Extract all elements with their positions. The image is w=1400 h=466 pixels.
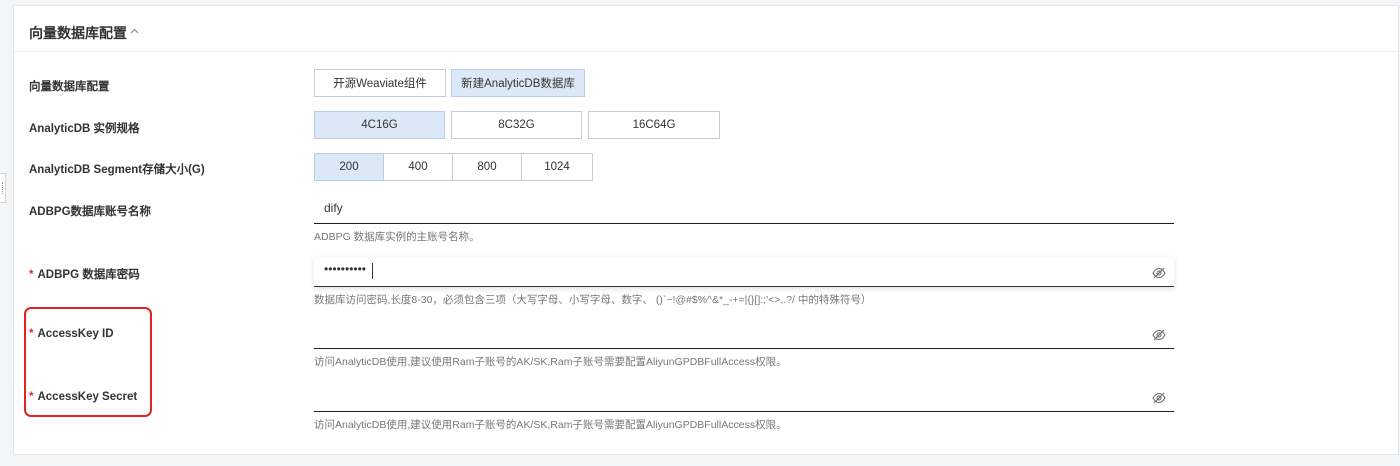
access-key-id-field[interactable] bbox=[314, 319, 1174, 349]
db-password-help: 数据库访问密码,长度8-30，必须包含三项（大写字母、小写字母、数字、 ()`~… bbox=[314, 294, 872, 306]
grip-icon bbox=[2, 182, 4, 194]
db-password-label-text: ADBPG 数据库密码 bbox=[37, 269, 140, 281]
db-password-label: * ADBPG 数据库密码 bbox=[29, 266, 140, 282]
spec-option-16c64g[interactable]: 16C64G bbox=[588, 111, 720, 139]
panel-header[interactable]: 向量数据库配置 bbox=[14, 6, 1398, 52]
account-name-field[interactable]: dify bbox=[314, 194, 1174, 224]
required-mark: * bbox=[29, 269, 34, 281]
account-name-help: ADBPG 数据库实例的主账号名称。 bbox=[314, 231, 480, 243]
access-key-id-help: 访问AnalyticDB使用,建议使用Ram子账号的AK/SK,Ram子账号需要… bbox=[314, 356, 787, 368]
option-weaviate[interactable]: 开源Weaviate组件 bbox=[314, 69, 446, 97]
account-name-value: dify bbox=[324, 201, 343, 215]
segment-storage-label: AnalyticDB Segment存储大小(G) bbox=[29, 164, 205, 176]
access-key-secret-help: 访问AnalyticDB使用,建议使用Ram子账号的AK/SK,Ram子账号需要… bbox=[314, 419, 787, 431]
instance-spec-label: AnalyticDB 实例规格 bbox=[29, 123, 140, 135]
spec-option-4c16g[interactable]: 4C16G bbox=[314, 111, 445, 139]
access-key-secret-field[interactable] bbox=[314, 382, 1174, 412]
db-password-field[interactable]: •••••••••• bbox=[314, 257, 1174, 287]
vector-db-label: 向量数据库配置 bbox=[29, 81, 110, 93]
storage-option-400[interactable]: 400 bbox=[383, 153, 453, 181]
storage-option-800[interactable]: 800 bbox=[452, 153, 522, 181]
eye-slash-icon[interactable] bbox=[1152, 266, 1166, 279]
chevron-up-icon[interactable] bbox=[130, 26, 139, 37]
annotation-highlight-box bbox=[24, 307, 152, 417]
option-analyticdb[interactable]: 新建AnalyticDB数据库 bbox=[451, 69, 585, 97]
eye-slash-icon[interactable] bbox=[1152, 391, 1166, 404]
eye-slash-icon[interactable] bbox=[1152, 328, 1166, 341]
storage-option-200[interactable]: 200 bbox=[314, 153, 384, 181]
db-password-masked-value: •••••••••• bbox=[324, 262, 367, 276]
vector-db-config-panel: 向量数据库配置 向量数据库配置 开源Weaviate组件 新建AnalyticD… bbox=[13, 5, 1399, 455]
storage-option-1024[interactable]: 1024 bbox=[521, 153, 593, 181]
section-title: 向量数据库配置 bbox=[29, 25, 127, 41]
text-caret bbox=[372, 263, 373, 279]
side-drag-handle[interactable] bbox=[0, 173, 6, 203]
account-name-label: ADBPG数据库账号名称 bbox=[29, 206, 152, 218]
spec-option-8c32g[interactable]: 8C32G bbox=[451, 111, 582, 139]
